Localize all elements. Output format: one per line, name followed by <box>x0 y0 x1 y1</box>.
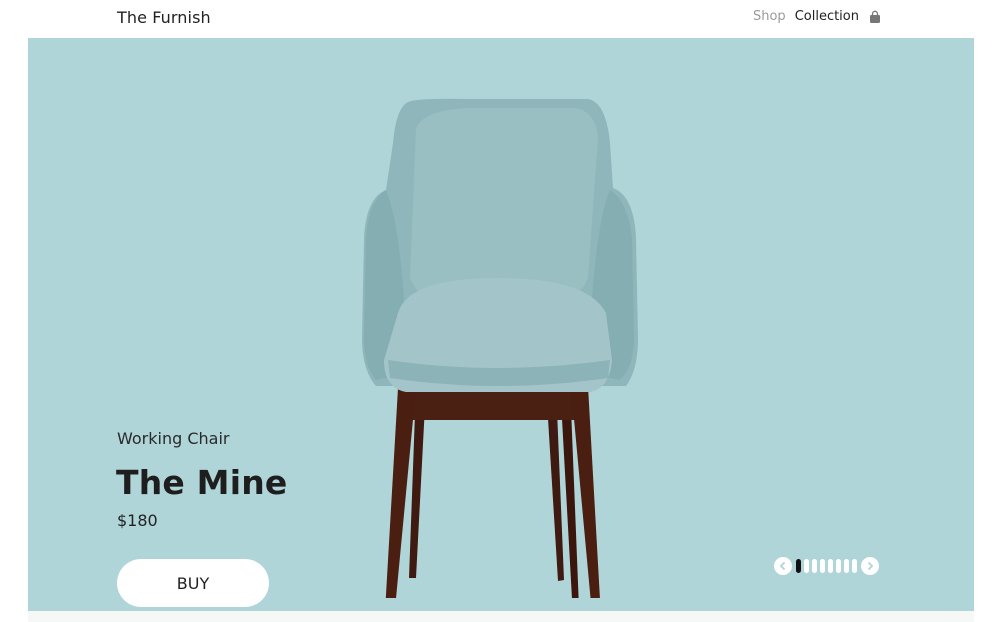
buy-button[interactable]: BUY <box>117 559 269 607</box>
brand-logo-text[interactable]: The Furnish <box>117 8 211 27</box>
product-category: Working Chair <box>117 429 230 448</box>
hero-banner: Working Chair The Mine $180 BUY <box>28 38 974 611</box>
chair-product-image <box>362 98 638 598</box>
carousel-dot[interactable] <box>812 559 817 573</box>
top-navigation-bar: The Furnish Shop Collection <box>0 0 1005 38</box>
carousel-dot[interactable] <box>796 559 801 573</box>
carousel-dot[interactable] <box>828 559 833 573</box>
nav-collection-link[interactable]: Collection <box>795 9 859 24</box>
main-nav: Shop Collection <box>753 9 882 24</box>
chevron-right-icon[interactable] <box>861 557 879 575</box>
shopping-bag-icon[interactable] <box>868 10 882 24</box>
carousel-dot[interactable] <box>804 559 809 573</box>
carousel-dot[interactable] <box>844 559 849 573</box>
product-price: $180 <box>117 511 158 530</box>
chevron-left-icon[interactable] <box>774 557 792 575</box>
carousel-dot[interactable] <box>836 559 841 573</box>
nav-shop-link[interactable]: Shop <box>753 9 786 24</box>
page-bottom-strip <box>28 611 974 622</box>
product-title: The Mine <box>116 463 288 502</box>
carousel-dots <box>796 559 857 573</box>
carousel-dot[interactable] <box>820 559 825 573</box>
carousel-dot[interactable] <box>852 559 857 573</box>
carousel-controls <box>774 557 879 575</box>
